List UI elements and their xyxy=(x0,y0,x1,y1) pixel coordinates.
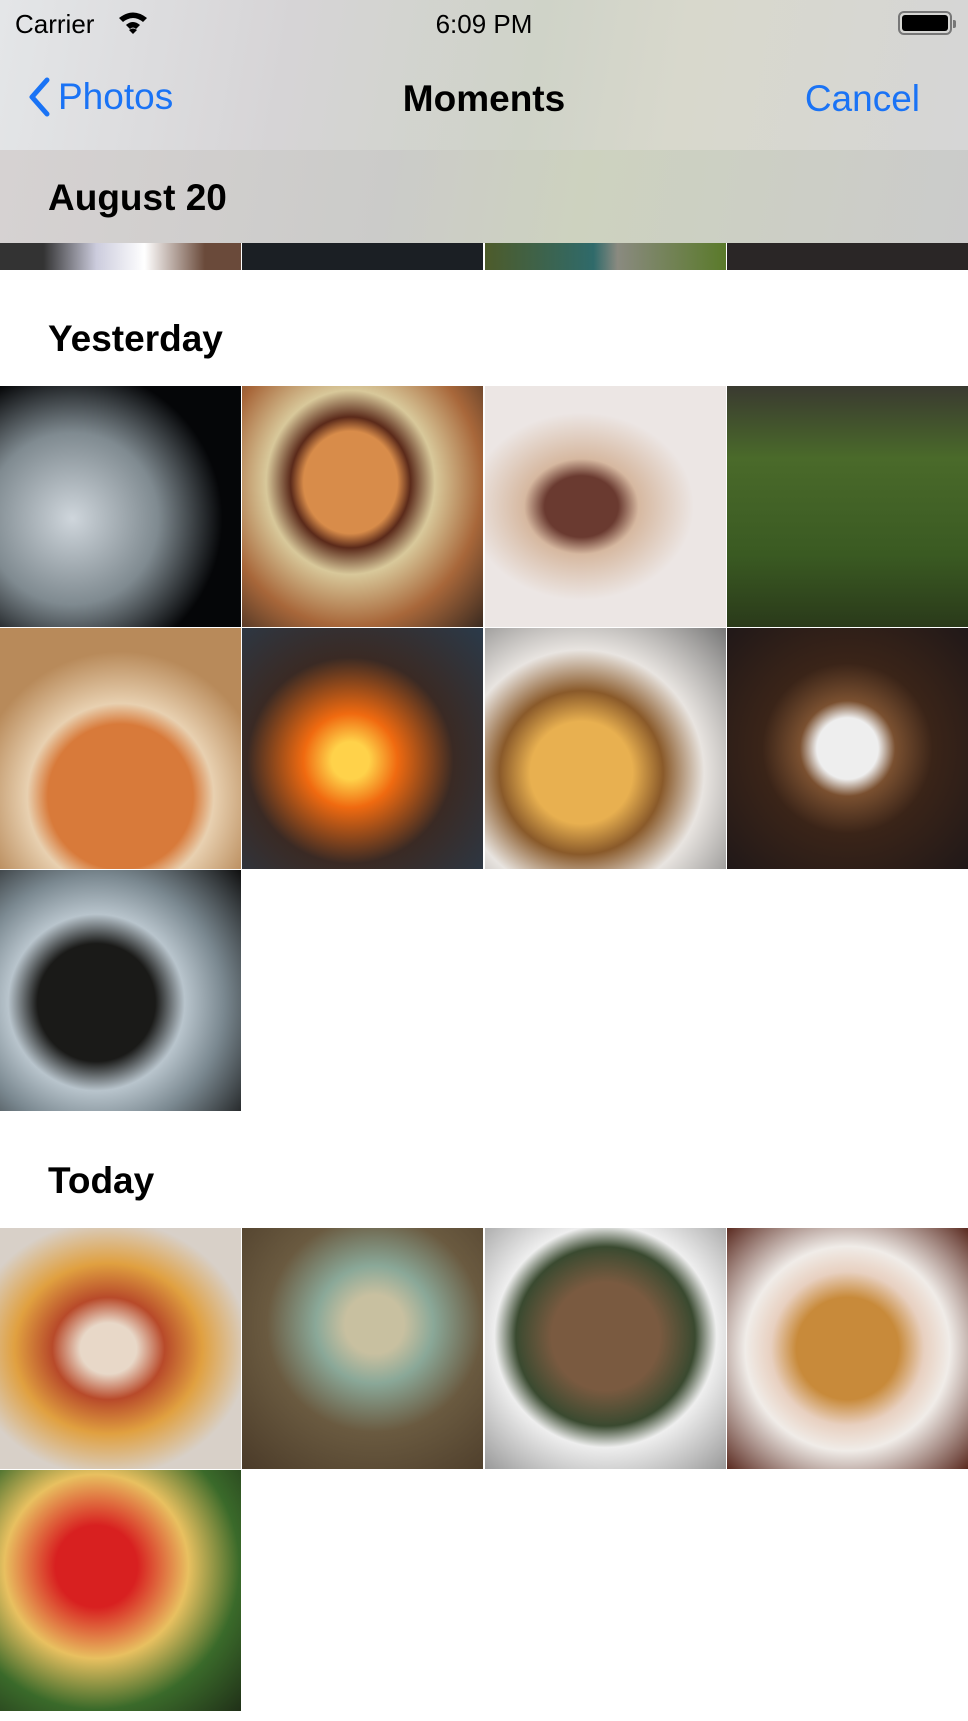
section-title-today: Today xyxy=(48,1160,155,1201)
photo-gin-tonic[interactable] xyxy=(0,386,241,627)
cancel-button[interactable]: Cancel xyxy=(805,78,920,120)
status-bar: Carrier 6:09 PM xyxy=(0,0,968,48)
photo-burger-basket[interactable] xyxy=(242,386,484,627)
photo-grill-tripod[interactable] xyxy=(726,386,968,627)
photo-aerial-coast[interactable] xyxy=(484,243,726,270)
photo-bridge[interactable] xyxy=(0,243,241,270)
section-title-yesterday: Yesterday xyxy=(48,318,223,359)
photo-tomatoes-pasta[interactable] xyxy=(0,1470,241,1711)
photo-ramen-bowl[interactable] xyxy=(726,1228,968,1469)
photo-dark-forest[interactable] xyxy=(726,243,968,270)
clock: 6:09 PM xyxy=(435,9,533,39)
photo-pizza[interactable] xyxy=(0,628,241,869)
section-title: August 20 xyxy=(48,177,227,218)
photo-burger-fries[interactable] xyxy=(484,628,726,869)
photo-chocolate-drink[interactable] xyxy=(484,386,726,627)
photo-dark-night[interactable] xyxy=(242,243,484,270)
navigation-bar: Photos Moments Cancel xyxy=(0,60,968,140)
top-bar: Carrier 6:09 PM Photos Moments Cancel xyxy=(0,0,968,150)
photo-plated-dish[interactable] xyxy=(726,628,968,869)
photo-ramen-eggs[interactable] xyxy=(484,1228,726,1469)
photo-row-august-20 xyxy=(0,243,968,270)
photo-grid-yesterday xyxy=(0,386,968,1111)
photo-noodle-bowl[interactable] xyxy=(0,870,241,1111)
photo-campfire[interactable] xyxy=(242,628,484,869)
photo-pho-bowl[interactable] xyxy=(242,1228,484,1469)
photo-grid-today xyxy=(0,1228,968,1711)
section-header-august-20: August 20 xyxy=(0,150,968,243)
photo-nachos[interactable] xyxy=(0,1228,241,1469)
battery-icon xyxy=(898,11,956,35)
